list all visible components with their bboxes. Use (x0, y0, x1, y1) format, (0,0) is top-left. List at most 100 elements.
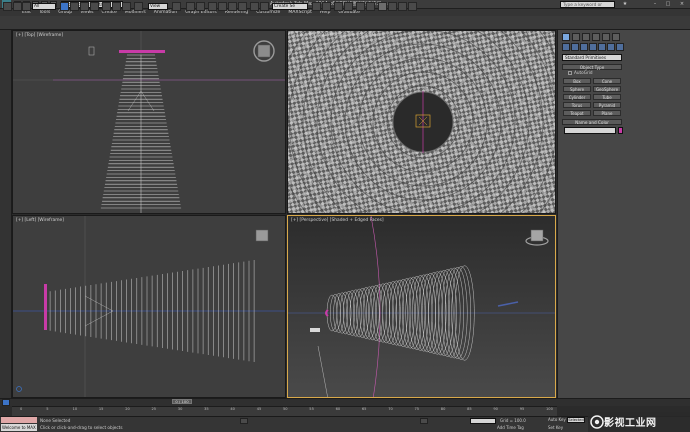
reference-coordinate-icon[interactable] (134, 2, 143, 11)
select-manipulate-icon[interactable] (186, 2, 195, 11)
viewport-camera[interactable]: [+] [Camera001] [Realistic + Edged Faces… (287, 30, 556, 214)
keyboard-shortcut-icon[interactable] (196, 2, 205, 11)
trackbar-tick-label: 25 (151, 407, 157, 411)
close-button[interactable]: × (677, 1, 687, 8)
viewport-label[interactable]: [+] [Camera001] [Realistic + Edged Faces… (291, 33, 386, 38)
main-toolbar (0, 16, 690, 30)
menu-tools[interactable]: Tools (35, 9, 54, 16)
schematic-view-icon[interactable] (366, 2, 375, 11)
plane-button[interactable]: Plane (593, 110, 621, 116)
left-view-wireframe (13, 216, 285, 397)
spinner-snap-icon[interactable] (238, 2, 247, 11)
search-input[interactable]: Type a keyword or phrase (560, 1, 615, 15)
render-production-icon[interactable] (408, 2, 417, 11)
cylinder-button[interactable]: Cylinder (563, 94, 591, 100)
box-button[interactable]: Box (563, 78, 591, 84)
set-key-button[interactable]: Set Key (548, 425, 563, 430)
angle-snap-icon[interactable] (218, 2, 227, 11)
snap-toggle-icon[interactable] (208, 2, 217, 11)
modify-tab-icon[interactable] (572, 33, 580, 41)
object-name-input[interactable] (564, 127, 616, 134)
align-icon[interactable] (322, 2, 331, 11)
lock-selection-icon[interactable] (240, 418, 248, 424)
cone-button[interactable]: Cone (593, 78, 621, 84)
named-selection-set-select[interactable]: Create Se (272, 3, 308, 10)
pyramid-button[interactable]: Pyramid (593, 102, 621, 108)
edit-named-selection-icon[interactable] (250, 2, 259, 11)
mirror-icon[interactable] (312, 2, 321, 11)
add-time-tag-button[interactable]: Add Time Tag (497, 425, 524, 430)
display-tab-icon[interactable] (602, 33, 610, 41)
trackbar-tick-label: 100 (546, 407, 553, 411)
helpers-icon[interactable] (598, 43, 606, 51)
maxscript-listener-input[interactable] (1, 417, 37, 423)
cameras-icon[interactable] (589, 43, 597, 51)
sphere-button[interactable]: Sphere (563, 86, 591, 92)
viewport-left[interactable]: [+] [Left] [Wireframe] (12, 215, 286, 398)
motion-tab-icon[interactable] (592, 33, 600, 41)
reference-coordinate-select[interactable]: View (148, 3, 168, 10)
layer-manager-icon[interactable] (334, 2, 343, 11)
trackbar-tick-label: 35 (204, 407, 209, 411)
bind-space-warp-icon[interactable] (22, 2, 31, 11)
utilities-tab-icon[interactable] (612, 33, 620, 41)
window-crossing-icon[interactable] (90, 2, 99, 11)
trackbar-tick-label: 50 (283, 407, 288, 411)
autogrid-label: AutoGrid (574, 70, 593, 75)
scale-icon[interactable] (122, 2, 131, 11)
viewcube-icon[interactable] (250, 39, 278, 63)
trackbar-tick-label: 80 (440, 407, 446, 411)
unlink-icon[interactable] (13, 2, 22, 11)
absolute-mode-icon[interactable] (420, 418, 428, 424)
hierarchy-tab-icon[interactable] (582, 33, 590, 41)
trackbar-tick-label: 95 (519, 407, 525, 411)
primitive-type-select[interactable]: Standard Primitives (562, 54, 622, 61)
rendered-frame-window-icon[interactable] (398, 2, 407, 11)
render-setup-icon[interactable] (388, 2, 397, 11)
teapot-button[interactable]: Teapot (563, 110, 591, 116)
viewport-top[interactable]: [+] [Top] [Wireframe] (12, 30, 286, 214)
rotate-icon[interactable] (112, 2, 121, 11)
autogrid-checkbox[interactable] (568, 71, 572, 75)
selection-region-icon[interactable] (80, 2, 89, 11)
graphite-toggle-icon[interactable] (344, 2, 353, 11)
shapes-icon[interactable] (571, 43, 579, 51)
space-warps-icon[interactable] (607, 43, 615, 51)
object-color-swatch[interactable] (618, 127, 623, 134)
key-filter-select[interactable]: Selected (567, 417, 585, 423)
create-tab-icon[interactable] (562, 33, 570, 41)
select-object-icon[interactable] (60, 2, 69, 11)
select-by-name-icon[interactable] (70, 2, 79, 11)
material-editor-icon[interactable] (378, 2, 387, 11)
mini-curve-editor-icon[interactable] (2, 399, 10, 406)
coordinate-input[interactable] (470, 418, 496, 424)
infocenter-icon[interactable]: ★ (620, 1, 630, 8)
viewport-label[interactable]: [+] [Perspective] [Shaded + Edged Faces] (291, 218, 384, 223)
viewcube-icon[interactable] (251, 224, 273, 246)
lights-icon[interactable] (580, 43, 588, 51)
percent-snap-icon[interactable] (228, 2, 237, 11)
torus-button[interactable]: Torus (563, 102, 591, 108)
curve-editor-icon[interactable] (356, 2, 365, 11)
selection-filter-select[interactable]: All (32, 3, 56, 10)
time-slider-handle[interactable]: 0 / 100 (172, 399, 192, 404)
link-icon[interactable] (3, 2, 12, 11)
minimize-button[interactable]: – (650, 1, 660, 8)
geosphere-button[interactable]: GeoSphere (593, 86, 621, 92)
trackbar-tick-label: 85 (467, 407, 472, 411)
geometry-icon[interactable] (562, 43, 570, 51)
trackbar-tick-label: 55 (309, 407, 314, 411)
named-selection-icon[interactable] (260, 2, 269, 11)
maximize-button[interactable]: □ (663, 1, 673, 8)
time-slider-bar[interactable] (0, 398, 690, 406)
trackbar-tick-label: 10 (72, 407, 78, 411)
pivot-center-icon[interactable] (172, 2, 181, 11)
viewport-perspective[interactable]: [+] [Perspective] [Shaded + Edged Faces] (287, 215, 556, 398)
tube-button[interactable]: Tube (593, 94, 621, 100)
systems-icon[interactable] (616, 43, 624, 51)
maxscript-output[interactable]: Welcome to MAX (1, 424, 37, 431)
auto-key-button[interactable]: Auto Key (548, 417, 566, 422)
viewcube-icon[interactable] (524, 226, 550, 248)
move-icon[interactable] (102, 2, 111, 11)
name-and-color-rollout[interactable]: Name and Color (562, 119, 622, 125)
